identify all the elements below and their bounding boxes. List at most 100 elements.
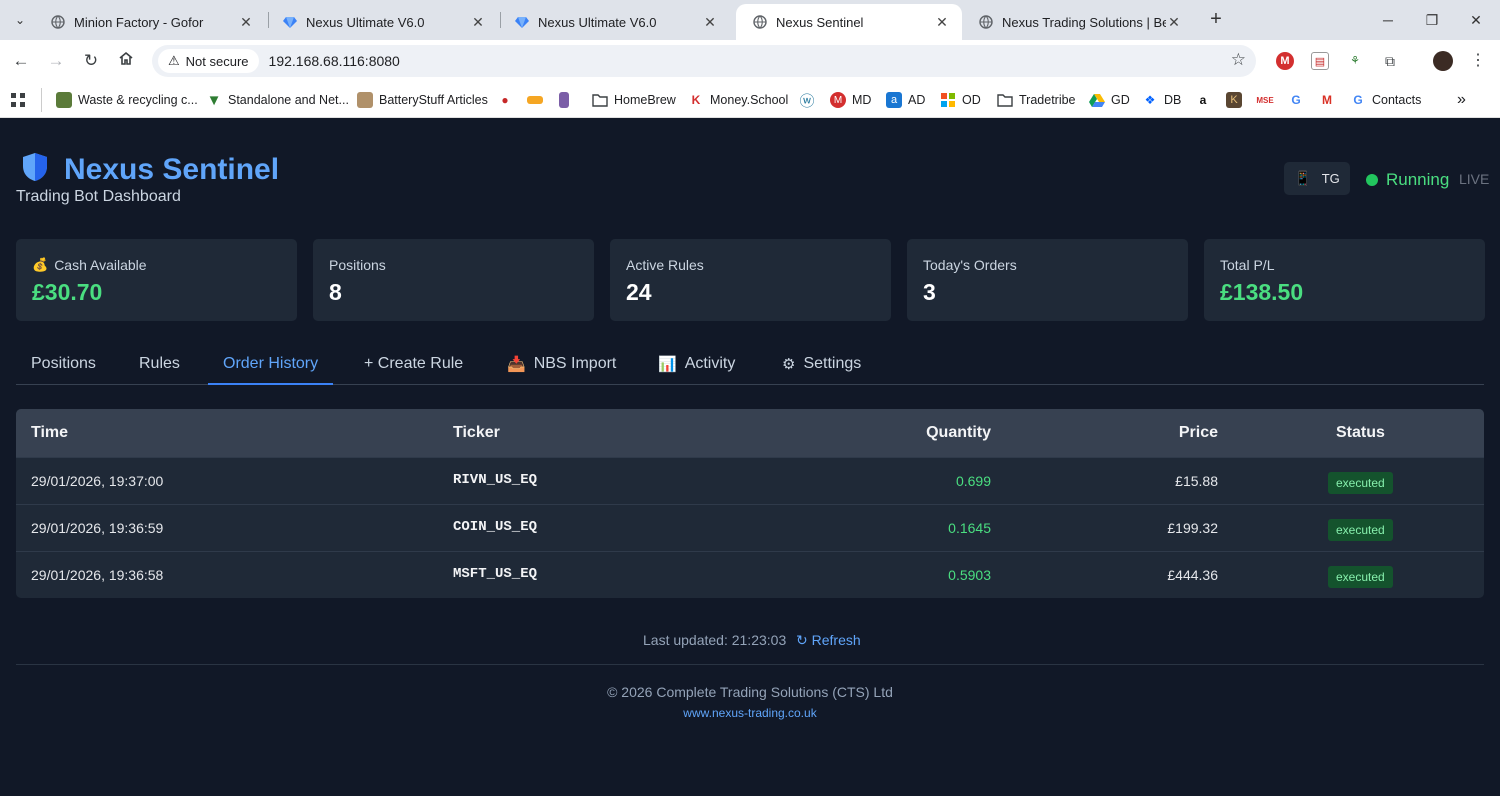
cast-extension-icon[interactable]: ▤ — [1311, 52, 1329, 70]
home-icon[interactable] — [114, 49, 138, 73]
stat-value: 8 — [329, 279, 342, 305]
tab-order-history[interactable]: Order History — [208, 344, 334, 385]
new-tab-plus-icon[interactable]: + — [1205, 8, 1227, 30]
tab-rules[interactable]: Rules — [124, 344, 195, 384]
puzzle-extensions-icon[interactable]: ⧉ — [1381, 52, 1399, 70]
bookmark-item[interactable] — [527, 90, 549, 110]
tab-label: Settings — [803, 355, 862, 372]
browser-tab-title: Minion Factory - Gofor — [74, 14, 204, 30]
column-header-status[interactable]: Status — [1336, 424, 1385, 442]
forward-arrow-icon[interactable]: → — [44, 49, 68, 73]
bookmark-item[interactable]: G Contacts — [1350, 90, 1421, 110]
shield-icon — [20, 151, 50, 188]
table-row[interactable]: 29/01/2026, 19:37:00 RIVN_US_EQ 0.699 £1… — [16, 457, 1484, 504]
bookmark-item[interactable]: a AD — [886, 90, 925, 110]
url-text[interactable]: 192.168.68.116:8080 — [269, 53, 400, 69]
bookmark-item[interactable] — [559, 90, 575, 110]
order-ticker: MSFT_US_EQ — [453, 566, 538, 582]
app-subtitle: Trading Bot Dashboard — [16, 188, 181, 205]
tab-settings[interactable]: ⚙ Settings — [767, 344, 876, 384]
apps-grid-icon[interactable] — [10, 90, 26, 110]
close-icon[interactable]: ✕ — [934, 14, 950, 31]
red-circle-icon: ● — [501, 93, 509, 107]
tab-search-icon[interactable]: ⌄ — [8, 8, 32, 32]
column-header-quantity[interactable]: Quantity — [926, 424, 991, 442]
globe-icon — [978, 14, 994, 30]
reload-icon[interactable]: ↻ — [79, 49, 103, 73]
last-updated-text: Last updated: 21:23:03 — [643, 632, 787, 648]
browser-tab[interactable]: Nexus Trading Solutions | Begin ✕ — [962, 4, 1194, 40]
bookmark-item[interactable]: MSE — [1256, 90, 1279, 110]
bookmark-label: HomeBrew — [614, 93, 676, 107]
bookmark-item[interactable]: K Money.School — [688, 90, 789, 110]
close-icon[interactable]: ✕ — [470, 14, 486, 31]
tab-nbs-import[interactable]: 📥 NBS Import — [492, 344, 631, 384]
bookmark-item[interactable]: M — [1319, 90, 1341, 110]
back-arrow-icon[interactable]: ← — [9, 49, 33, 73]
column-header-ticker[interactable]: Ticker — [453, 424, 500, 442]
browser-tab[interactable]: Nexus Ultimate V6.0 ✕ — [498, 4, 730, 40]
bookmark-label: AD — [908, 93, 926, 107]
close-icon[interactable]: ✕ — [702, 14, 718, 31]
leaf-extension-icon[interactable]: ⚘ — [1346, 52, 1364, 70]
gem-icon — [514, 14, 530, 30]
bookmark-item[interactable]: ▼ Standalone and Net... — [206, 90, 349, 110]
tab-positions[interactable]: Positions — [16, 344, 111, 384]
bookmark-item[interactable]: BatteryStuff Articles — [357, 90, 488, 110]
address-bar[interactable]: ⚠ Not secure 192.168.68.116:8080 ☆ — [152, 45, 1256, 77]
google-icon: G — [1353, 93, 1363, 107]
google-icon: G — [1291, 93, 1301, 107]
restore-icon[interactable]: ❐ — [1418, 6, 1446, 34]
close-icon[interactable]: ✕ — [238, 14, 254, 31]
dashboard: Nexus Sentinel Trading Bot Dashboard 📱 T… — [0, 118, 1500, 796]
close-icon[interactable]: ✕ — [1166, 14, 1182, 31]
mega-extension-icon[interactable]: M — [1276, 52, 1294, 70]
bookmark-item[interactable]: a — [1195, 90, 1217, 110]
bookmark-item[interactable]: ⓦ — [799, 90, 821, 110]
order-time: 29/01/2026, 19:36:58 — [31, 567, 164, 583]
bookmark-item[interactable]: ● — [497, 90, 519, 110]
tg-label: TG — [1321, 171, 1340, 186]
telegram-button[interactable]: 📱 TG — [1284, 162, 1350, 195]
order-ticker: COIN_US_EQ — [453, 519, 538, 535]
more-bookmarks-icon[interactable]: » — [1457, 90, 1466, 110]
gmail-icon: M — [1322, 93, 1332, 107]
stat-card-positions: Positions 8 — [313, 239, 594, 321]
table-row[interactable]: 29/01/2026, 19:36:59 COIN_US_EQ 0.1645 £… — [16, 504, 1484, 551]
mse-icon: MSE — [1256, 95, 1274, 105]
bookmark-star-icon[interactable]: ☆ — [1231, 50, 1246, 70]
bookmark-item[interactable]: ❖ DB — [1142, 90, 1182, 110]
bookmark-item[interactable]: OD — [940, 90, 981, 110]
bookmark-folder[interactable]: Tradetribe — [997, 90, 1076, 110]
profile-avatar[interactable] — [1433, 51, 1453, 71]
column-header-time[interactable]: Time — [31, 424, 68, 442]
bookmark-folder[interactable]: HomeBrew — [592, 90, 676, 110]
drive-icon — [1089, 92, 1105, 108]
mode-label: LIVE — [1459, 171, 1490, 187]
tab-activity[interactable]: 📊 Activity — [643, 344, 750, 384]
bookmark-item[interactable]: K — [1226, 90, 1248, 110]
bookmark-item[interactable]: G — [1288, 90, 1310, 110]
phone-icon: 📱 — [1294, 170, 1312, 186]
order-time: 29/01/2026, 19:37:00 — [31, 473, 164, 489]
bookmark-item[interactable]: M MD — [830, 90, 871, 110]
gem-icon — [282, 14, 298, 30]
browser-tab[interactable]: Minion Factory - Gofor ✕ — [34, 4, 266, 40]
browser-tab-active[interactable]: Nexus Sentinel ✕ — [736, 4, 962, 40]
bookmark-item[interactable]: Waste & recycling c... — [56, 90, 198, 110]
minimize-icon[interactable]: ─ — [1374, 6, 1402, 34]
browser-tab[interactable]: Nexus Ultimate V6.0 ✕ — [266, 4, 498, 40]
bookmark-item[interactable]: GD — [1089, 90, 1130, 110]
status-dot — [1366, 174, 1378, 186]
order-quantity: 0.1645 — [948, 520, 991, 536]
tab-create-rule[interactable]: + Create Rule — [349, 344, 478, 384]
table-row[interactable]: 29/01/2026, 19:36:58 MSFT_US_EQ 0.5903 £… — [16, 551, 1484, 598]
close-window-icon[interactable]: ✕ — [1462, 6, 1490, 34]
status-indicator: Running — [1366, 170, 1449, 190]
column-header-price[interactable]: Price — [1179, 424, 1218, 442]
refresh-button[interactable]: ↻ Refresh — [796, 632, 861, 649]
wordpress-icon: ⓦ — [799, 92, 815, 110]
more-menu-icon[interactable]: ⋮ — [1469, 52, 1487, 70]
website-link[interactable]: www.nexus-trading.co.uk — [0, 706, 1500, 720]
security-chip[interactable]: ⚠ Not secure — [158, 49, 259, 73]
